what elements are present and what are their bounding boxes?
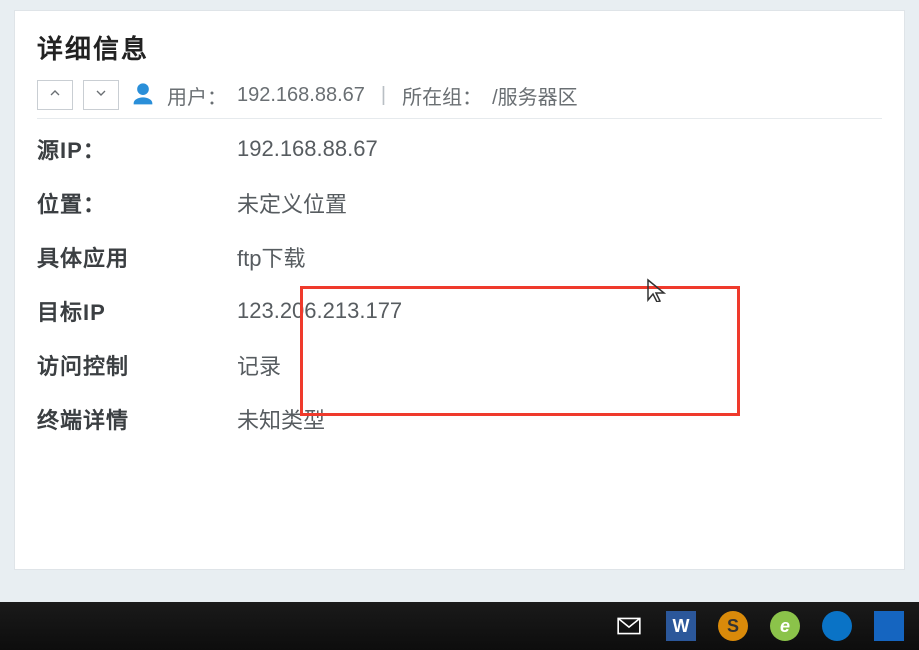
user-value: 192.168.88.67 <box>237 84 365 107</box>
user-label: 用户： <box>167 81 227 110</box>
taskbar-word-icon[interactable]: W <box>659 608 703 644</box>
application-value: ftp下载 <box>237 241 882 273</box>
word-glyph: W <box>673 616 690 637</box>
access-control-label: 访问控制 <box>37 349 237 381</box>
terminal-detail-value: 未知类型 <box>237 403 882 435</box>
panel-title: 详细信息 <box>37 29 882 66</box>
taskbar-ie-icon[interactable]: e <box>763 608 807 644</box>
taskbar-sublime-icon[interactable]: S <box>711 608 755 644</box>
terminal-detail-label: 终端详情 <box>37 403 237 435</box>
source-ip-label: 源IP： <box>37 133 237 165</box>
taskbar-mail-icon[interactable] <box>607 608 651 644</box>
chevron-up-icon <box>47 85 63 106</box>
next-record-button[interactable] <box>83 80 119 110</box>
access-control-value: 记录 <box>237 349 882 381</box>
detail-rows: 源IP： 192.168.88.67 位置： 未定义位置 具体应用 ftp下载 … <box>37 133 882 435</box>
target-ip-label: 目标IP <box>37 295 237 327</box>
taskbar-manager-icon[interactable] <box>867 608 911 644</box>
taskbar-app-blue-icon[interactable] <box>815 608 859 644</box>
group-label: 所在组： <box>402 81 482 110</box>
ie-glyph: e <box>780 616 790 637</box>
target-ip-value: 123.206.213.177 <box>237 298 882 324</box>
chevron-down-icon <box>93 85 109 106</box>
prev-record-button[interactable] <box>37 80 73 110</box>
application-label: 具体应用 <box>37 241 237 273</box>
header-separator: | <box>375 84 392 107</box>
location-value: 未定义位置 <box>237 187 882 219</box>
windows-taskbar: W S e <box>0 602 919 650</box>
sublime-glyph: S <box>727 616 739 637</box>
user-icon <box>129 81 157 109</box>
source-ip-value: 192.168.88.67 <box>237 136 882 162</box>
header-row: 用户： 192.168.88.67 | 所在组： /服务器区 <box>37 80 882 119</box>
group-value: /服务器区 <box>492 81 578 110</box>
location-label: 位置： <box>37 187 237 219</box>
detail-panel: 详细信息 用户： 192.168.88.67 | 所在组： /服务器区 源IP：… <box>14 10 905 570</box>
